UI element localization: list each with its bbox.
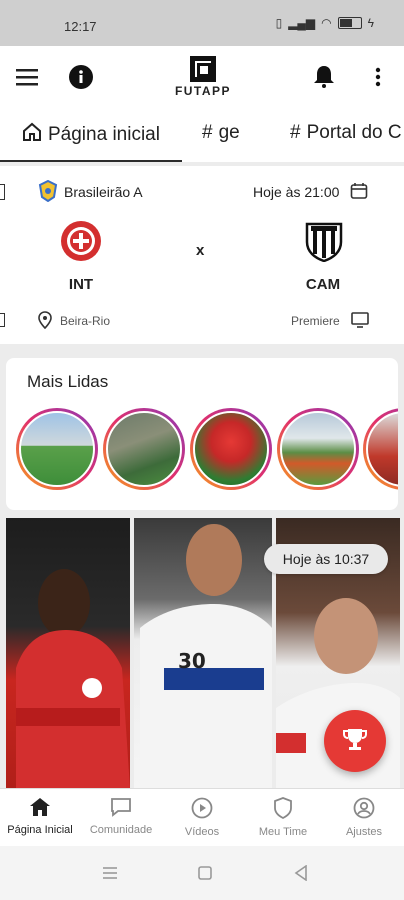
tab-portal[interactable]: # Portal do C xyxy=(290,122,402,144)
news-photo xyxy=(6,518,130,788)
bell-icon[interactable] xyxy=(312,65,336,89)
home-square-icon[interactable] xyxy=(198,866,212,885)
back-icon[interactable] xyxy=(294,864,308,886)
battery-icon xyxy=(337,17,362,29)
nav-label: Vídeos xyxy=(184,826,220,838)
match-card[interactable]: Brasileirão A Hoje às 21:00 INT x CAM Be… xyxy=(0,166,404,344)
system-nav-bar xyxy=(0,846,404,900)
home-icon xyxy=(29,798,51,820)
active-tab-indicator xyxy=(0,160,182,162)
competition-icon xyxy=(38,179,58,207)
nav-label: Ajustes xyxy=(345,826,383,838)
story-image xyxy=(366,411,398,487)
broadcast-name: Premiere xyxy=(291,314,340,328)
tv-icon xyxy=(351,312,369,333)
recents-icon[interactable] xyxy=(102,866,118,885)
nav-pagina-inicial[interactable]: Página Inicial xyxy=(0,797,80,836)
section-title: Mais Lidas xyxy=(27,372,109,391)
home-icon xyxy=(22,122,42,148)
app-bar: FUTAPP xyxy=(0,46,404,108)
match-time: Hoje às 21:00 xyxy=(253,184,340,200)
story-image xyxy=(106,411,182,487)
more-icon[interactable] xyxy=(368,65,388,89)
menu-icon[interactable] xyxy=(14,65,40,89)
status-bar: 12:17 ▯ ▂▄▆ ◠ ϟ xyxy=(0,0,404,46)
away-team-name: CAM xyxy=(305,276,341,293)
wifi-icon: ◠ xyxy=(321,16,332,30)
tab-label: ge xyxy=(218,122,240,143)
status-time: 12:17 xyxy=(64,19,97,34)
logo-mark xyxy=(190,56,216,82)
nav-label: Página Inicial xyxy=(7,824,73,836)
story-thumb[interactable] xyxy=(363,408,398,490)
story-thumb[interactable] xyxy=(190,408,272,490)
logo-text: FUTAPP xyxy=(174,84,232,98)
nav-meu-time[interactable]: Meu Time xyxy=(243,797,323,838)
info-icon[interactable] xyxy=(68,64,94,90)
tab-pagina-inicial[interactable]: Página inicial xyxy=(22,122,160,148)
news-time-chip: Hoje às 10:37 xyxy=(264,544,388,574)
story-image xyxy=(19,411,95,487)
signal-icon: ▂▄▆ xyxy=(288,16,316,30)
venue-name: Beira-Rio xyxy=(60,314,111,328)
nav-label: Comunidade xyxy=(89,824,153,836)
svg-text:30: 30 xyxy=(178,649,206,673)
vibrate-icon: ▯ xyxy=(275,16,283,30)
story-image xyxy=(280,411,356,487)
story-thumb[interactable] xyxy=(103,408,185,490)
nav-comunidade[interactable]: Comunidade xyxy=(81,797,161,836)
play-icon xyxy=(191,797,213,822)
status-icons: ▯ ▂▄▆ ◠ ϟ xyxy=(276,16,374,30)
location-pin-icon xyxy=(38,311,52,334)
mais-lidas-section: Mais Lidas xyxy=(6,358,398,510)
tab-bar: Página inicial # ge # Portal do C xyxy=(0,108,404,162)
hashtag-icon: # xyxy=(202,122,213,143)
app-logo: FUTAPP xyxy=(166,56,240,98)
prev-card-edge xyxy=(0,184,5,200)
story-image xyxy=(193,411,269,487)
prev-card-edge-bottom xyxy=(0,313,5,327)
tab-label: Página inicial xyxy=(48,124,160,145)
hashtag-icon: # xyxy=(290,122,301,143)
nav-ajustes[interactable]: Ajustes xyxy=(324,797,404,838)
trophy-icon xyxy=(342,726,368,757)
tab-label: Portal do C xyxy=(306,122,402,143)
user-settings-icon xyxy=(353,797,375,822)
tab-ge[interactable]: # ge xyxy=(202,122,240,144)
nav-label: Meu Time xyxy=(258,826,308,838)
charging-icon: ϟ xyxy=(367,16,374,30)
versus-label: x xyxy=(196,242,205,259)
away-team-crest xyxy=(305,220,343,267)
nav-videos[interactable]: Vídeos xyxy=(162,797,242,838)
home-team-name: INT xyxy=(68,276,94,293)
competition-name: Brasileirão A xyxy=(64,184,143,200)
chat-icon xyxy=(110,798,132,820)
story-thumb[interactable] xyxy=(277,408,359,490)
home-team-crest xyxy=(60,220,102,267)
calendar-icon[interactable] xyxy=(350,182,368,205)
story-thumb[interactable] xyxy=(16,408,98,490)
shield-icon xyxy=(273,797,293,822)
trophy-fab[interactable] xyxy=(324,710,386,772)
bottom-nav: Página Inicial Comunidade Vídeos Meu Tim… xyxy=(0,788,404,847)
news-photo: 30 xyxy=(134,518,272,788)
